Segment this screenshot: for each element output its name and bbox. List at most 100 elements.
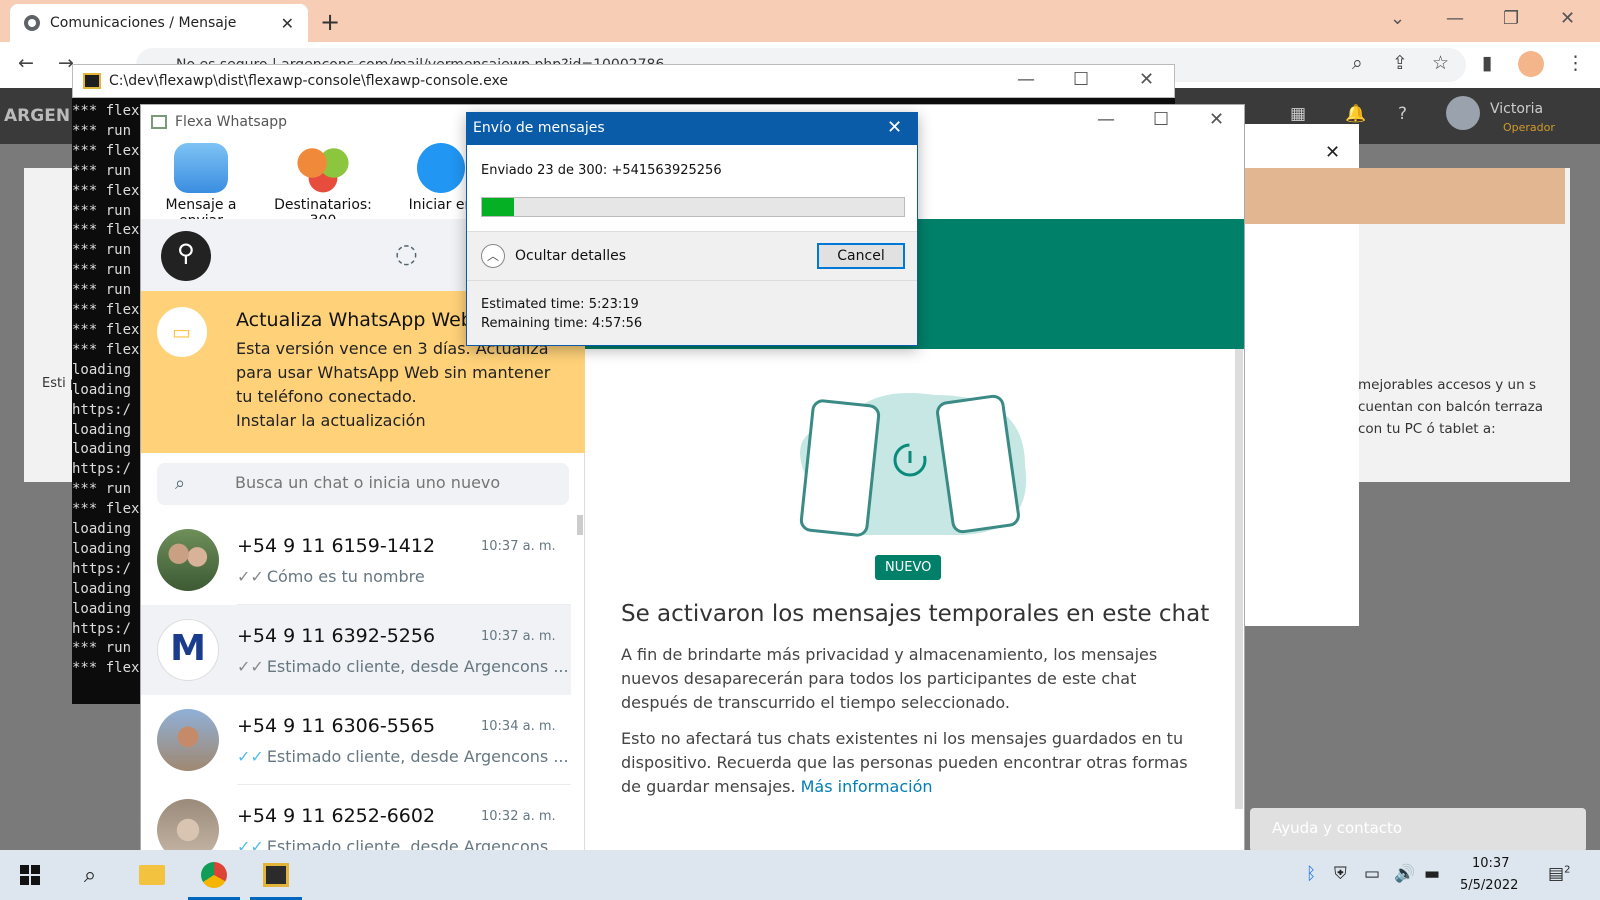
volume-icon[interactable]: 🔊 <box>1394 864 1415 884</box>
panel-heading: Se activaron los mensajes temporales en … <box>621 601 1210 627</box>
close-icon[interactable]: ✕ <box>887 117 902 138</box>
back-arrow-icon[interactable]: ← <box>18 52 34 74</box>
chat-last-message: ✓✓ Estimado cliente, desde Argencons ... <box>237 657 569 676</box>
new-badge: NUEVO <box>875 555 942 580</box>
network-icon[interactable]: ▭ <box>1364 864 1380 884</box>
phones-illustration <box>799 393 1027 537</box>
close-window-button[interactable]: ✕ <box>1209 109 1224 130</box>
minimize-button[interactable]: — <box>1446 8 1464 29</box>
progress-bar <box>481 197 905 217</box>
hide-details-toggle[interactable]: Ocultar detalles <box>515 248 626 264</box>
flexa-app-icon <box>151 115 167 129</box>
maximize-button[interactable]: ☐ <box>1153 109 1169 130</box>
dialog-progress-area: Enviado 23 de 300: +541563925256 <box>467 145 917 231</box>
contact-avatar: M <box>157 619 219 681</box>
chat-name: +54 9 11 6252-6602 <box>237 805 436 827</box>
zoom-icon[interactable]: ⌕ <box>1352 52 1363 74</box>
sent-status: Enviado 23 de 300: +541563925256 <box>481 163 722 178</box>
chat-list: +54 9 11 6159-1412 10:37 a. m. ✓✓ Cómo es… <box>141 515 571 855</box>
message-button[interactable]: Mensaje a enviar <box>145 139 257 229</box>
scrollbar[interactable] <box>1235 349 1243 809</box>
clock-time[interactable]: 10:37 <box>1472 856 1509 871</box>
cancel-button[interactable]: Cancel <box>817 243 905 269</box>
chat-name: +54 9 11 6392-5256 <box>237 625 436 647</box>
new-tab-button[interactable]: + <box>320 8 340 36</box>
shield-icon[interactable]: ⛨ <box>1334 864 1347 884</box>
clock-date[interactable]: 5/5/2022 <box>1460 878 1518 893</box>
browser-tab[interactable]: Comunicaciones / Mensaje ✕ <box>10 4 308 42</box>
chat-name: +54 9 11 6159-1412 <box>237 535 436 557</box>
close-window-button[interactable]: ✕ <box>1560 8 1575 29</box>
bluetooth-icon[interactable]: ᛒ <box>1306 864 1316 884</box>
web-modal-header <box>1245 168 1565 224</box>
chevron-up-icon[interactable]: ︿ <box>481 244 505 268</box>
double-check-icon: ✓✓ <box>237 567 264 586</box>
calendar-icon[interactable]: ▦ <box>1290 104 1306 124</box>
search-icon[interactable]: ⌕ <box>60 850 120 900</box>
chat-item-4[interactable]: +54 9 11 6252-6602 10:32 a. m. ✓✓ Estimad… <box>141 785 571 855</box>
remaining-time: Remaining time: 4:57:56 <box>481 316 643 331</box>
battery-icon[interactable]: ▬ <box>1424 864 1440 884</box>
recipients-button[interactable]: Destinatarios: 300 <box>263 139 383 229</box>
chat-time: 10:37 a. m. <box>481 539 556 554</box>
bell-icon[interactable]: 🔔 <box>1345 104 1366 124</box>
panel-paragraph-2: Esto no afectará tus chats existentes ni… <box>621 729 1188 796</box>
notifications-icon[interactable]: ▤2 <box>1548 864 1570 884</box>
star-icon[interactable]: ☆ <box>1432 52 1449 74</box>
contact-avatar <box>157 529 219 591</box>
chrome-icon[interactable] <box>184 850 244 900</box>
chat-bubble-icon <box>174 143 228 193</box>
progress-fill <box>482 198 515 216</box>
user-avatar[interactable] <box>1446 96 1480 130</box>
file-explorer-icon[interactable] <box>122 850 182 900</box>
chevron-down-icon[interactable]: ⌄ <box>1390 8 1405 29</box>
double-check-icon: ✓✓ <box>237 657 264 676</box>
panel-paragraph-1: A fin de brindarte más privacidad y alma… <box>621 645 1158 712</box>
start-label: Iniciar en <box>408 197 474 213</box>
web-message-text: mejorables accesos y un s cuentan con ba… <box>1358 377 1543 437</box>
scrollbar[interactable] <box>577 515 583 535</box>
menu-kebab-icon[interactable]: ⋮ <box>1566 52 1585 74</box>
browser-tab-bar: Comunicaciones / Mensaje ✕ + ⌄ — ❐ ✕ <box>0 0 1600 42</box>
laptop-icon: ▭ <box>157 307 207 357</box>
dialog-title: Envío de mensajes <box>467 113 917 145</box>
console-app-icon <box>83 73 101 89</box>
start-button[interactable] <box>0 850 60 900</box>
globe-icon <box>24 15 40 31</box>
search-box: ⌕ <box>157 463 569 505</box>
search-icon: ⌕ <box>175 473 186 494</box>
chat-item-1[interactable]: +54 9 11 6159-1412 10:37 a. m. ✓✓ Cómo es… <box>141 515 571 605</box>
minimize-button[interactable]: — <box>1017 69 1035 90</box>
send-messages-dialog: Envío de mensajes ✕ Enviado 23 de 300: +… <box>466 112 918 346</box>
close-window-button[interactable]: ✕ <box>1139 69 1154 90</box>
play-icon <box>417 143 465 193</box>
install-update-link[interactable]: Instalar la actualización <box>236 411 426 430</box>
maximize-button[interactable]: ☐ <box>1073 69 1089 90</box>
python-console-icon[interactable] <box>246 850 306 900</box>
windows-taskbar: ⌕ ᛒ ⛨ ▭ 🔊 ▬ ▤2 <box>0 850 1600 900</box>
sidebar-icon[interactable]: ▮ <box>1482 52 1492 74</box>
chat-item-2[interactable]: M +54 9 11 6392-5256 10:37 a. m. ✓✓ Estim… <box>141 605 571 695</box>
share-icon[interactable]: ⇪ <box>1392 52 1408 74</box>
status-icon[interactable]: ◌ <box>395 239 418 269</box>
chat-item-3[interactable]: +54 9 11 6306-5565 10:34 a. m. ✓✓ Estimad… <box>141 695 571 785</box>
search-input[interactable] <box>235 473 555 492</box>
help-contact-bar[interactable]: Ayuda y contacto <box>1250 808 1586 852</box>
web-logo: ARGEN <box>4 106 71 126</box>
close-icon[interactable]: ✕ <box>1325 142 1340 163</box>
minimize-button[interactable]: — <box>1097 109 1115 130</box>
restore-button[interactable]: ❐ <box>1503 8 1519 29</box>
chat-name: +54 9 11 6306-5565 <box>237 715 436 737</box>
more-info-link[interactable]: Más información <box>801 777 933 796</box>
console-title: C:\dev\flexawp\dist\flexawp-console\flex… <box>109 73 508 89</box>
chat-time: 10:34 a. m. <box>481 719 556 734</box>
user-name[interactable]: Victoria <box>1490 101 1543 117</box>
profile-avatar[interactable] <box>1518 51 1544 77</box>
estimated-time: Estimated time: 5:23:19 <box>481 297 639 312</box>
help-icon[interactable]: ? <box>1398 104 1407 124</box>
close-tab-icon[interactable]: ✕ <box>281 14 294 33</box>
people-icon <box>296 143 350 193</box>
my-avatar[interactable] <box>161 231 211 281</box>
windows-logo-icon <box>20 865 40 885</box>
console-title-bar: C:\dev\flexawp\dist\flexawp-console\flex… <box>72 64 1175 98</box>
